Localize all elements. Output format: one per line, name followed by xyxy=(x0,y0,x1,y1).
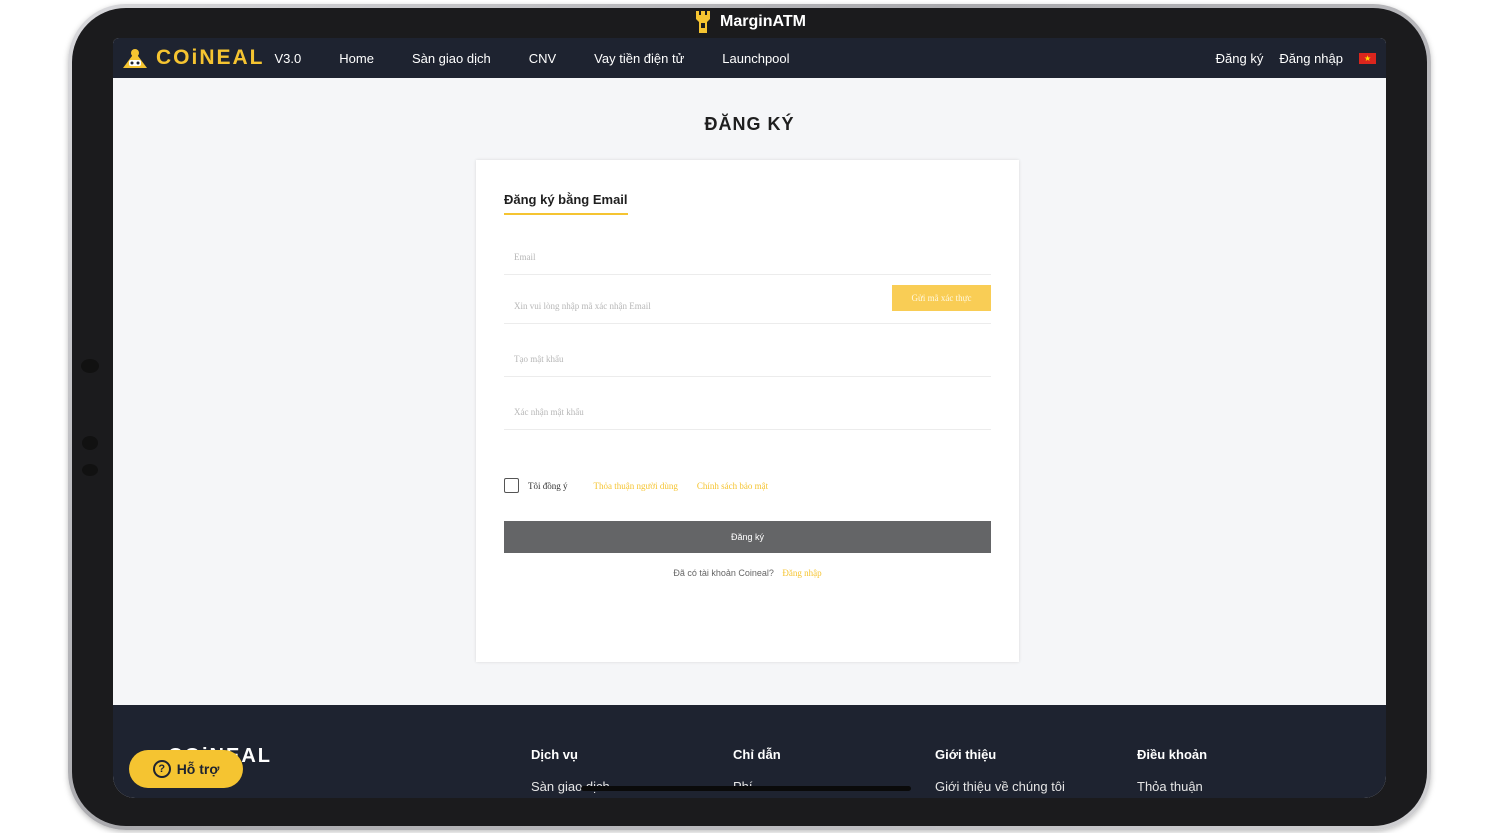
logo-text: COiNEAL xyxy=(156,46,265,69)
vietnam-flag-icon[interactable] xyxy=(1359,52,1376,64)
email-input[interactable] xyxy=(504,251,991,262)
password-field-wrapper xyxy=(504,341,991,377)
version-label: V3.0 xyxy=(274,50,302,66)
code-field-wrapper: Gửi mã xác thực xyxy=(504,285,991,324)
side-button xyxy=(82,464,98,476)
nav-launchpool[interactable]: Launchpool xyxy=(722,51,789,66)
have-account-text: Đã có tài khoản Coineal? xyxy=(673,568,774,578)
confirm-password-field-wrapper xyxy=(504,394,991,430)
support-label: Hỗ trợ xyxy=(176,761,220,777)
footer-col-terms: Điều khoản Thỏa thuận xyxy=(1137,747,1207,794)
watermark-text: MarginATM xyxy=(720,13,806,30)
nav-home[interactable]: Home xyxy=(339,51,374,66)
browser-screen: COiNEAL V3.0 Home Sàn giao dịch CNV Vay … xyxy=(113,38,1386,798)
footer-link-agreement[interactable]: Thỏa thuận xyxy=(1137,779,1207,794)
register-card: Đăng ký bằng Email Gửi mã xác thực Tôi đ… xyxy=(476,160,1019,662)
send-code-button[interactable]: Gửi mã xác thực xyxy=(892,285,991,311)
watermark: MarginATM xyxy=(0,11,1500,33)
castle-icon xyxy=(696,11,711,33)
nav-crypto-loan[interactable]: Vay tiền điện tử xyxy=(594,51,684,66)
footer-head-services: Dịch vụ xyxy=(531,747,578,762)
support-button[interactable]: ? Hỗ trợ xyxy=(129,750,243,788)
register-submit-button[interactable]: Đăng ký xyxy=(504,521,991,553)
nav-register[interactable]: Đăng ký xyxy=(1216,51,1264,66)
login-prompt: Đã có tài khoản Coineal? Đăng nhập xyxy=(476,568,1019,578)
tab-email-register[interactable]: Đăng ký bằng Email xyxy=(504,192,628,215)
nav-exchange[interactable]: Sàn giao dịch xyxy=(412,51,491,66)
footer-head-about: Giới thiệu xyxy=(935,747,997,762)
nav-account: Đăng ký Đăng nhập xyxy=(1216,51,1376,66)
question-icon: ? xyxy=(152,760,171,778)
agree-checkbox[interactable] xyxy=(504,478,519,493)
footer-col-about: Giới thiệu Giới thiệu về chúng tôi xyxy=(935,747,1065,794)
footer-link-about-us[interactable]: Giới thiệu về chúng tôi xyxy=(935,779,1065,794)
page-title: ĐĂNG KÝ xyxy=(704,114,795,134)
password-input[interactable] xyxy=(504,353,991,364)
logo[interactable]: COiNEAL V3.0 xyxy=(120,46,301,70)
login-link[interactable]: Đăng nhập xyxy=(782,568,821,578)
side-button xyxy=(82,436,98,450)
confirm-password-input[interactable] xyxy=(504,406,991,417)
email-field-wrapper xyxy=(504,239,991,275)
home-indicator xyxy=(581,786,911,791)
terms-link[interactable]: Thỏa thuận người dùng xyxy=(594,481,678,491)
top-navbar: COiNEAL V3.0 Home Sàn giao dịch CNV Vay … xyxy=(113,38,1386,78)
footer-head-terms: Điều khoản xyxy=(1137,747,1208,762)
privacy-link[interactable]: Chính sách bảo mật xyxy=(697,481,768,491)
agreement-row: Tôi đồng ý Thỏa thuận người dùng Chính s… xyxy=(504,478,768,493)
footer-head-guide: Chỉ dẫn xyxy=(733,747,781,762)
camera-dot xyxy=(81,359,99,373)
nav-cnv[interactable]: CNV xyxy=(529,51,556,66)
robot-logo-icon xyxy=(123,49,147,68)
agree-text: Tôi đồng ý xyxy=(528,480,568,491)
nav-login[interactable]: Đăng nhập xyxy=(1279,51,1343,66)
verification-code-input[interactable] xyxy=(504,300,884,311)
footer: COiNEAL Dịch vụ Sàn giao dịch Chỉ dẫn Ph… xyxy=(113,705,1386,798)
main-nav: Home Sàn giao dịch CNV Vay tiền điện tử … xyxy=(339,51,789,66)
